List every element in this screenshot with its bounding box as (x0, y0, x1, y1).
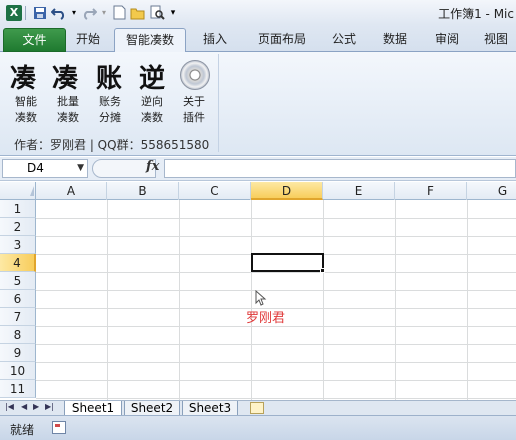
row-header-11[interactable]: 11 (0, 380, 36, 398)
name-box[interactable]: D4 ▼ (2, 159, 88, 178)
tab-view[interactable]: 视图 (476, 28, 516, 52)
title-bar: X ▾ ▾ ▾ 工作簿1 - Mic (0, 0, 516, 25)
gridline (36, 344, 516, 345)
row-header-3[interactable]: 3 (0, 236, 36, 254)
gridline (179, 200, 180, 400)
tab-smart-sum[interactable]: 智能凑数 (114, 28, 186, 53)
undo-dropdown-icon[interactable]: ▾ (70, 5, 78, 21)
about-plugin-button[interactable]: 关于 插件 (176, 94, 212, 126)
excel-app-icon[interactable]: X (6, 4, 22, 21)
author-info: 作者：罗刚君 | QQ群：558651580 (14, 138, 210, 152)
macro-record-icon[interactable] (52, 421, 66, 434)
tab-insert[interactable]: 插入 (193, 28, 237, 52)
reverse-sum-button[interactable]: 逆向 凑数 (134, 94, 170, 126)
window-title: 工作簿1 - Mic (438, 7, 514, 21)
name-box-value: D4 (27, 161, 44, 175)
gridline (36, 218, 516, 219)
gridline (251, 200, 252, 400)
prev-sheet-icon[interactable]: ◀ (21, 402, 27, 411)
gridline (395, 200, 396, 400)
reverse-sum-icon[interactable]: 逆 (139, 58, 165, 95)
sheet-tab-sheet3[interactable]: Sheet3 (182, 401, 238, 416)
gridline (36, 236, 516, 237)
tab-review[interactable]: 审阅 (424, 28, 470, 52)
row-header-6[interactable]: 6 (0, 290, 36, 308)
last-sheet-icon[interactable]: ▶| (45, 402, 54, 411)
save-icon[interactable] (32, 5, 48, 21)
insert-sheet-icon[interactable] (250, 402, 264, 414)
row-header-7[interactable]: 7 (0, 308, 36, 326)
select-all-corner[interactable] (0, 182, 36, 200)
allocate-icon[interactable]: 账 (96, 58, 122, 95)
customize-toolbar-icon[interactable]: ▾ (168, 5, 178, 21)
chevron-down-icon[interactable]: ▼ (77, 160, 84, 177)
fill-handle[interactable] (320, 268, 325, 273)
ribbon-panel: 凑 凑 账 逆 智能 凑数 批量 凑数 账务 分摊 逆向 凑数 关于 插件 作者：罗刚君 … (0, 52, 516, 156)
column-header-g[interactable]: G (467, 182, 516, 200)
redo-icon[interactable] (81, 5, 97, 21)
row-header-9[interactable]: 9 (0, 344, 36, 362)
column-header-c[interactable]: C (179, 182, 251, 200)
batch-sum-button[interactable]: 批量 凑数 (50, 94, 86, 126)
row-header-2[interactable]: 2 (0, 218, 36, 236)
row-header-5[interactable]: 5 (0, 272, 36, 290)
sheet-tab-bar: |◀ ◀ ▶ ▶| Sheet1 Sheet2 Sheet3 (0, 400, 516, 416)
row-header-1[interactable]: 1 (0, 200, 36, 218)
tab-data[interactable]: 数据 (372, 28, 418, 52)
sheet-tab-sheet2[interactable]: Sheet2 (124, 401, 180, 416)
ribbon-tabs: 文件 开始 智能凑数 插入 页面布局 公式 数据 审阅 视图 (0, 25, 516, 53)
gridline (36, 398, 516, 399)
row-header-10[interactable]: 10 (0, 362, 36, 380)
column-header-b[interactable]: B (107, 182, 179, 200)
spreadsheet-grid[interactable]: A B C D E F G 1 2 3 4 5 6 7 8 9 10 11 罗刚… (0, 182, 516, 400)
gridline (36, 362, 516, 363)
gridline (467, 200, 468, 400)
column-header-a[interactable]: A (36, 182, 107, 200)
row-header-4[interactable]: 4 (0, 254, 36, 272)
smart-sum-button[interactable]: 智能 凑数 (8, 94, 44, 126)
status-ready: 就绪 (10, 423, 35, 437)
first-sheet-icon[interactable]: |◀ (5, 402, 14, 411)
tab-page-layout[interactable]: 页面布局 (248, 28, 316, 52)
column-header-f[interactable]: F (395, 182, 467, 200)
formula-bar: D4 ▼ fx (0, 157, 516, 181)
gridline (36, 326, 516, 327)
mouse-cursor-icon (255, 290, 267, 306)
tab-home[interactable]: 开始 (66, 28, 110, 52)
row-header-8[interactable]: 8 (0, 326, 36, 344)
gridline (36, 290, 516, 291)
group-divider (218, 54, 219, 152)
cell-d7[interactable]: 罗刚君 (246, 307, 285, 326)
gridline (36, 380, 516, 381)
gridline (36, 272, 516, 273)
divider (25, 5, 26, 20)
about-cd-icon[interactable] (180, 60, 210, 90)
tab-formulas[interactable]: 公式 (322, 28, 366, 52)
insert-function-icon[interactable]: fx (146, 159, 159, 174)
formula-input[interactable] (164, 159, 516, 178)
tab-file[interactable]: 文件 (3, 28, 66, 52)
status-bar: 就绪 (0, 415, 516, 440)
gridline (323, 200, 324, 400)
active-cell-d4[interactable] (251, 253, 324, 272)
column-header-d[interactable]: D (251, 182, 323, 200)
redo-dropdown-icon[interactable]: ▾ (100, 5, 108, 21)
column-header-row: A B C D E F G (0, 182, 516, 200)
undo-icon[interactable] (51, 5, 67, 21)
gridline (107, 200, 108, 400)
sheet-tab-sheet1[interactable]: Sheet1 (64, 401, 122, 416)
next-sheet-icon[interactable]: ▶ (33, 402, 39, 411)
open-folder-icon[interactable] (130, 5, 146, 21)
allocate-button[interactable]: 账务 分摊 (92, 94, 128, 126)
batch-sum-icon[interactable]: 凑 (52, 58, 78, 95)
column-header-e[interactable]: E (323, 182, 395, 200)
new-document-icon[interactable] (111, 5, 127, 21)
print-preview-icon[interactable] (149, 5, 165, 21)
smart-sum-icon[interactable]: 凑 (10, 58, 36, 95)
